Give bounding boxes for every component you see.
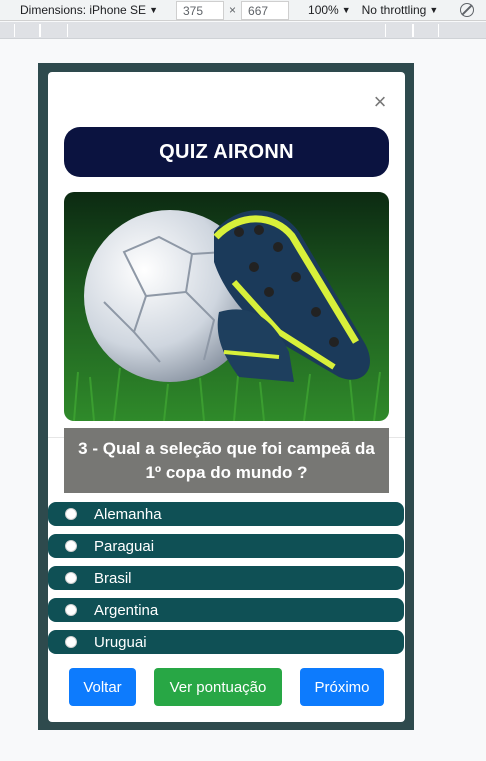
option-brasil[interactable]: Brasil	[48, 566, 404, 590]
next-button[interactable]: Próximo	[300, 668, 384, 706]
quiz-title: QUIZ AIRONN	[64, 127, 389, 177]
media-query-ruler[interactable]	[0, 22, 486, 39]
view-score-button[interactable]: Ver pontuação	[154, 668, 282, 706]
width-input[interactable]: 375	[176, 0, 224, 20]
chevron-down-icon: ▼	[429, 5, 439, 15]
chevron-down-icon: ▼	[149, 5, 158, 15]
option-label: Uruguai	[94, 633, 147, 651]
radio-button[interactable]	[65, 636, 77, 648]
zoom-label: 100%	[308, 3, 339, 17]
radio-button[interactable]	[65, 508, 77, 520]
option-paraguai[interactable]: Paraguai	[48, 534, 404, 558]
back-button[interactable]: Voltar	[69, 668, 136, 706]
question-text: 3 - Qual a seleção que foi campeã da 1º …	[64, 428, 389, 493]
radio-button[interactable]	[65, 540, 77, 552]
button-row: Voltar Ver pontuação Próximo	[48, 668, 405, 706]
soccer-ball-and-boots-image	[64, 192, 389, 421]
device-select-label: Dimensions: iPhone SE	[20, 3, 147, 17]
times-icon: ×	[229, 3, 237, 17]
option-label: Paraguai	[94, 537, 155, 555]
option-uruguai[interactable]: Uruguai	[48, 630, 404, 654]
ruler-segment[interactable]	[385, 24, 413, 37]
ruler-segment[interactable]	[413, 24, 439, 37]
zoom-select[interactable]: 100% ▼	[308, 3, 351, 17]
chevron-down-icon: ▼	[341, 5, 351, 15]
option-alemanha[interactable]: Alemanha	[48, 502, 404, 526]
options-list: Alemanha Paraguai Brasil Argentina Urugu…	[48, 502, 404, 662]
radio-button[interactable]	[65, 604, 77, 616]
ruler-segment[interactable]	[40, 24, 68, 37]
height-input[interactable]: 667	[241, 0, 290, 20]
option-label: Argentina	[94, 601, 159, 619]
soccer-photo	[64, 192, 389, 421]
option-label: Brasil	[94, 569, 132, 587]
close-icon[interactable]: ×	[370, 91, 390, 113]
throttle-select[interactable]: No throttling ▼	[362, 3, 439, 17]
device-select[interactable]: Dimensions: iPhone SE ▼	[20, 3, 158, 17]
radio-button[interactable]	[65, 572, 77, 584]
option-label: Alemanha	[94, 505, 162, 523]
rotate-icon[interactable]	[460, 3, 475, 17]
option-argentina[interactable]: Argentina	[48, 598, 404, 622]
devtools-device-toolbar: Dimensions: iPhone SE ▼ 375 × 667 100% ▼…	[0, 0, 486, 21]
ruler-segment[interactable]	[14, 24, 40, 37]
throttle-label: No throttling	[361, 3, 427, 17]
